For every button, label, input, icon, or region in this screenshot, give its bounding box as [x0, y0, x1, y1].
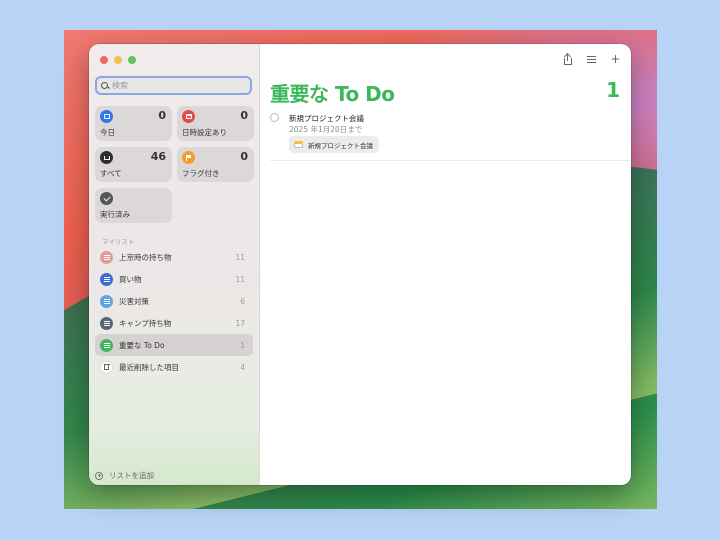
list-item[interactable]: 買い物 11 [95, 268, 253, 290]
close-button[interactable] [100, 56, 108, 64]
list-item[interactable]: キャンプ持ち物 17 [95, 312, 253, 334]
list-count-total: 1 [606, 78, 620, 102]
list-bullet-icon [100, 338, 113, 352]
reminders-window: 0 今日 0 日時設定あり 46 すべて [89, 44, 631, 485]
search-input[interactable] [109, 81, 242, 90]
minimize-button[interactable] [114, 56, 122, 64]
list-name: 災害対策 [119, 296, 149, 306]
search-icon [101, 81, 109, 90]
list-bullet-icon [100, 294, 113, 308]
list-count: 11 [235, 252, 245, 262]
smart-list-flagged[interactable]: 0 フラグ付き [177, 147, 254, 182]
add-icon[interactable]: + [610, 53, 621, 65]
smart-list-completed[interactable]: 実行済み [95, 188, 172, 223]
list-name: 最近削除した項目 [119, 362, 179, 372]
list-count: 6 [240, 296, 245, 306]
search-field[interactable] [95, 76, 252, 95]
list-item-selected[interactable]: 重要な To Do 1 [95, 334, 253, 356]
list-item[interactable]: 災害対策 6 [95, 290, 253, 312]
tray-icon [100, 151, 113, 164]
list-name: 買い物 [119, 274, 142, 284]
window-controls [100, 56, 136, 64]
calendar-icon [100, 110, 113, 123]
calendar-icon [294, 141, 303, 148]
list-name: キャンプ持ち物 [119, 318, 172, 328]
add-list-label: リストを追加 [109, 471, 154, 480]
smart-list-label: 日時設定あり [182, 128, 227, 137]
list-count: 4 [240, 362, 245, 372]
calendar-grid-icon [182, 110, 195, 123]
smart-list-label: フラグ付き [182, 169, 220, 178]
checkmark-icon [100, 192, 113, 205]
todo-checkbox[interactable] [270, 113, 279, 122]
list-bullet-icon [100, 250, 113, 264]
list-name: 上京時の持ち物 [119, 252, 172, 262]
smart-list-count: 0 [240, 150, 248, 163]
smart-list-count: 0 [158, 109, 166, 122]
smart-list-all[interactable]: 46 すべて [95, 147, 172, 182]
tag-label: 新規プロジェクト会議 [308, 141, 373, 150]
share-icon[interactable] [562, 52, 573, 65]
list-count: 1 [240, 340, 245, 350]
my-lists-header: マイリスト [102, 238, 135, 246]
flag-icon [182, 151, 195, 164]
smart-list-count: 46 [150, 150, 166, 163]
smart-list-scheduled[interactable]: 0 日時設定あり [177, 106, 254, 141]
list-bullet-icon [100, 316, 113, 330]
list-name: 重要な To Do [119, 340, 165, 350]
sidebar: 0 今日 0 日時設定あり 46 すべて [89, 44, 260, 485]
list-item[interactable]: 上京時の持ち物 11 [95, 246, 253, 268]
page-title: 重要な To Do [270, 82, 395, 106]
list-count: 11 [235, 274, 245, 284]
list-count: 17 [235, 318, 245, 328]
calendar-event-tag[interactable]: 新規プロジェクト会議 [289, 136, 379, 153]
smart-list-label: すべて [100, 169, 122, 178]
smart-list-today[interactable]: 0 今日 [95, 106, 172, 141]
list-bullet-icon [100, 272, 113, 286]
toolbar: + [562, 52, 621, 65]
todo-title[interactable]: 新規プロジェクト会議 [289, 113, 364, 124]
smart-list-label: 今日 [100, 128, 115, 137]
trash-icon [100, 360, 113, 374]
my-lists: 上京時の持ち物 11 買い物 11 災害対策 6 キャンプ持ち物 17 重要な … [95, 246, 253, 378]
todo-row[interactable]: 新規プロジェクト会議 2025 年1月20日まで 新規プロジェクト会議 [270, 112, 631, 161]
add-list-button[interactable]: リストを追加 [95, 470, 154, 481]
list-view-icon[interactable] [586, 54, 597, 65]
smart-list-count: 0 [240, 109, 248, 122]
list-item[interactable]: 最近削除した項目 4 [95, 356, 253, 378]
smart-list-label: 実行済み [100, 210, 130, 219]
plus-circle-icon [95, 471, 103, 480]
main-content: + 重要な To Do 1 新規プロジェクト会議 2025 年1月20日まで 新… [260, 44, 631, 485]
zoom-button[interactable] [128, 56, 136, 64]
todo-due-date: 2025 年1月20日まで [289, 125, 363, 134]
